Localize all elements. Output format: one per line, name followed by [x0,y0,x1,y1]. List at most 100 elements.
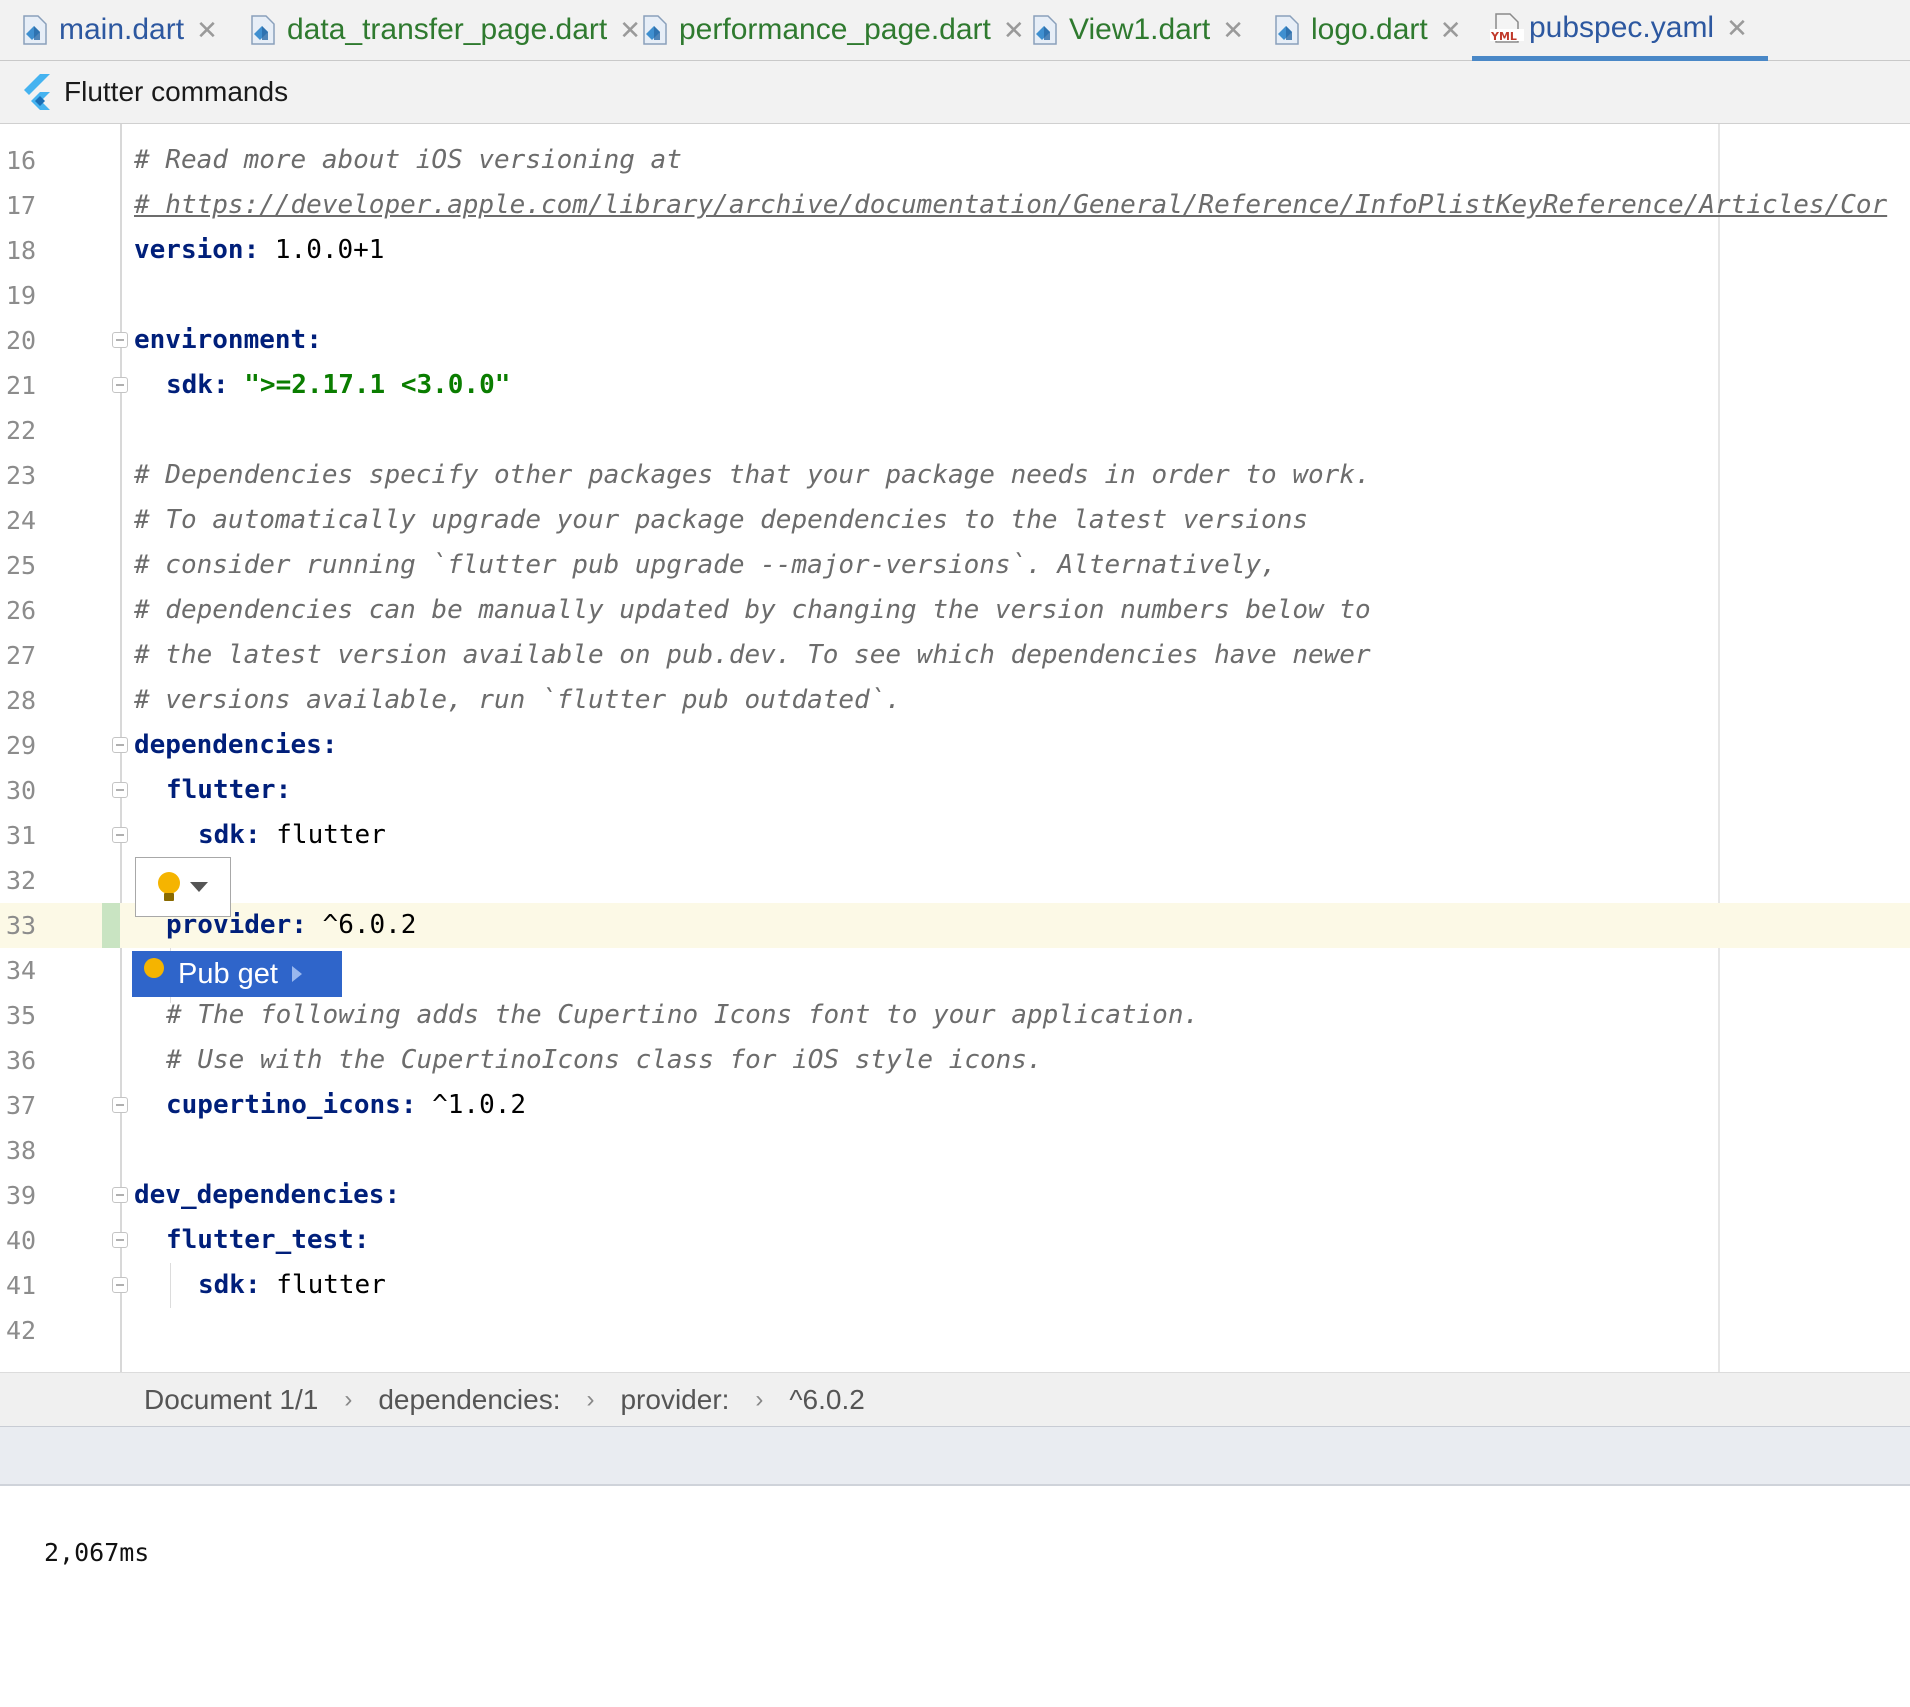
yaml-key: dev_dependencies [134,1180,385,1210]
fold-toggle-icon[interactable] [112,377,128,393]
flutter-commands-link[interactable]: Flutter commands [64,76,288,108]
vcs-change-marker[interactable] [102,903,120,948]
code-line: 19 [0,273,1910,318]
breadcrumb-item[interactable]: ^6.0.2 [789,1384,864,1416]
breadcrumb-item[interactable]: Document 1/1 [144,1384,318,1416]
yaml-colon: : [291,910,307,940]
tab-label: pubspec.yaml [1529,11,1715,44]
code-line: 40 flutter_test: [0,1218,1910,1263]
fold-toggle-icon[interactable] [112,1277,128,1293]
line-number: 29 [6,731,37,760]
pub-get-label: Pub get [178,957,278,990]
comment-text: # consider running `flutter pub upgrade … [134,550,1277,580]
yaml-key: cupertino_icons [166,1090,401,1120]
line-number: 21 [6,371,37,400]
code-line: 42 [0,1308,1910,1353]
pub-get-action[interactable]: Pub get [132,951,342,997]
yaml-colon: : [321,730,338,760]
code-line: 25 # consider running `flutter pub upgra… [0,543,1910,588]
tab-label: View1.dart [1069,13,1211,46]
code-line: 20 environment: [0,318,1910,363]
yaml-colon: : [306,325,322,355]
code-line: 30 flutter: [0,768,1910,813]
yaml-colon: : [384,1180,401,1210]
line-number: 33 [6,911,37,940]
close-icon[interactable]: ✕ [1003,15,1025,46]
yaml-colon: : [212,370,229,400]
chevron-right-icon [291,966,302,982]
yaml-value: ^6.0.2 [306,910,417,940]
line-number: 19 [6,281,37,310]
fold-toggle-icon[interactable] [112,827,128,843]
close-icon[interactable]: ✕ [1440,15,1462,46]
line-number: 17 [6,191,37,220]
yaml-file-icon: YML [1490,12,1524,44]
fold-toggle-icon[interactable] [112,1097,128,1113]
comment-text: # the latest version available on pub.de… [134,640,1371,670]
dart-file-icon [248,14,278,46]
yaml-colon: : [244,820,261,850]
code-line: 39 dev_dependencies: [0,1173,1910,1218]
yaml-colon: : [243,235,260,265]
code-line: 26 # dependencies can be manually update… [0,588,1910,633]
tab-main-dart[interactable]: main.dart ✕ [20,0,218,60]
fold-toggle-icon[interactable] [112,782,128,798]
tab-label: logo.dart [1311,13,1428,46]
yaml-colon: : [244,1270,261,1300]
comment-text: # versions available, run `flutter pub o… [134,685,902,715]
yaml-value: 1.0.0+1 [259,235,385,265]
code-line: 41 sdk: flutter [0,1263,1910,1308]
yaml-key: environment [134,325,307,355]
line-number: 36 [6,1046,37,1075]
yaml-string-value: ">=2.17.1 <3.0.0" [244,370,511,400]
fold-toggle-icon[interactable] [112,1187,128,1203]
yaml-value: ^1.0.2 [416,1090,527,1120]
close-icon[interactable]: ✕ [196,15,218,46]
line-number: 18 [6,236,37,265]
code-line: 24 # To automatically upgrade your packa… [0,498,1910,543]
breadcrumb-item[interactable]: provider: [620,1384,729,1416]
code-line: 17 # https://developer.apple.com/library… [0,183,1910,228]
tab-view1-dart[interactable]: View1.dart ✕ [1030,0,1244,60]
yaml-value: flutter [260,820,386,850]
code-line: 35 # The following adds the Cupertino Ic… [0,993,1910,1038]
comment-text: # dependencies can be manually updated b… [134,595,1371,625]
yaml-colon: : [400,1090,417,1120]
line-number: 22 [6,416,37,445]
chevron-down-icon [190,882,208,892]
tab-logo-dart[interactable]: logo.dart ✕ [1272,0,1462,60]
breadcrumb-separator: › [586,1385,595,1413]
code-line: 38 [0,1128,1910,1173]
breadcrumb-item[interactable]: dependencies: [378,1384,560,1416]
comment-link[interactable]: # https://developer.apple.com/library/ar… [134,183,1887,228]
line-number: 42 [6,1316,37,1345]
yaml-colon: : [275,775,292,805]
line-number: 34 [6,956,37,985]
close-icon[interactable]: ✕ [619,15,641,46]
fold-toggle-icon[interactable] [112,1232,128,1248]
line-number: 39 [6,1181,37,1210]
dart-file-icon [1272,14,1302,46]
code-line: 27 # the latest version available on pub… [0,633,1910,678]
yaml-colon: : [353,1225,370,1255]
tab-pubspec-yaml[interactable]: YML pubspec.yaml ✕ [1472,0,1768,61]
yaml-key: version [134,235,244,265]
comment-text: # Use with the CupertinoIcons class for … [166,1045,1043,1075]
close-icon[interactable]: ✕ [1222,15,1244,46]
timing-readout: 2,067ms [44,1538,150,1567]
breadcrumb-separator: › [344,1385,353,1413]
code-editor[interactable]: 16 # Read more about iOS versioning at 1… [0,124,1910,1372]
fold-toggle-icon[interactable] [112,332,128,348]
line-number: 28 [6,686,37,715]
fold-toggle-icon[interactable] [112,737,128,753]
editor-tab-bar: main.dart ✕ data_transfer_page.dart ✕ pe… [0,0,1910,61]
line-number: 32 [6,866,37,895]
tab-data-transfer-page-dart[interactable]: data_transfer_page.dart ✕ [248,0,641,60]
close-icon[interactable]: ✕ [1726,13,1748,44]
line-number: 24 [6,506,37,535]
code-line: 32 [0,858,1910,903]
yaml-key: sdk [198,820,245,850]
tab-performance-page-dart[interactable]: performance_page.dart ✕ [640,0,1025,60]
comment-text: # Read more about iOS versioning at [134,145,682,175]
intention-actions-button[interactable] [135,857,231,917]
